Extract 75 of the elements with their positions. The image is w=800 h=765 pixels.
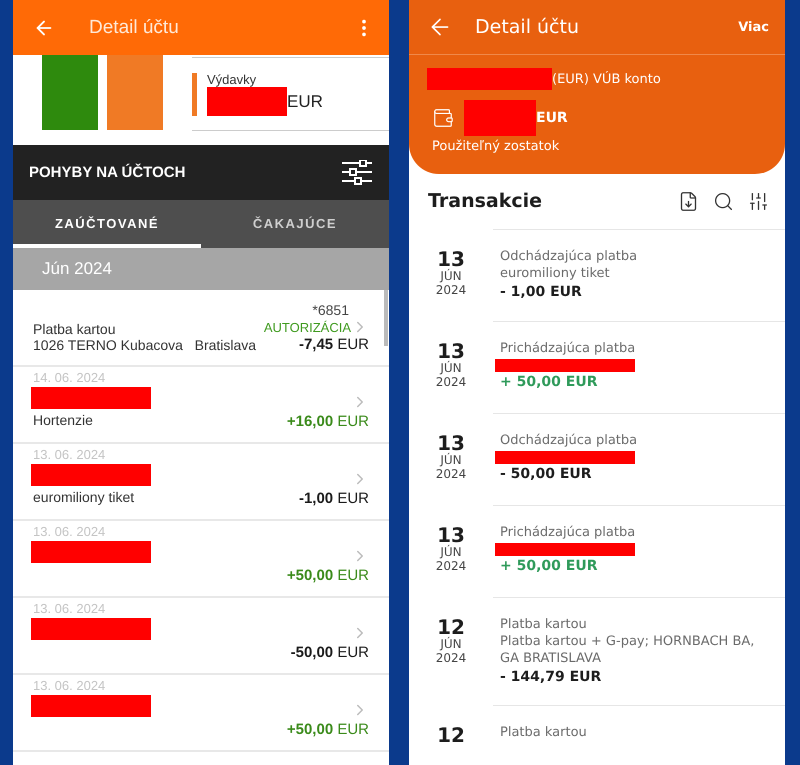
- transaction-type: Prichádzajúca platba: [500, 524, 636, 541]
- month-label: JÚN: [440, 361, 462, 375]
- transaction-row[interactable]: 13. 06. 2024 +50,00 EUR: [13, 675, 389, 752]
- day-number: 12: [437, 617, 465, 637]
- transaction-row[interactable]: 13. 06. 2024 euromiliony tiket -1,00 EUR: [13, 444, 389, 521]
- amount: -7,45 EUR: [298, 336, 369, 353]
- transaction-row[interactable]: 13 JÚN 2024 Odchádzajúca platba euromiliony tiket - 1,00 EUR: [409, 229, 785, 321]
- transaction-description: Hortenzie: [33, 412, 94, 428]
- transaction-type: Platba kartou: [500, 616, 588, 633]
- sliders-icon[interactable]: [341, 160, 373, 186]
- amount: -50,00 EUR: [290, 644, 369, 661]
- merchant: 1026 TERNO Kubacova Bratislava: [33, 337, 256, 353]
- amount: - 1,00 EUR: [500, 284, 583, 300]
- wallet-icon: [432, 107, 454, 129]
- transaction-row[interactable]: 13. 06. 2024 -50,00 EUR: [13, 598, 389, 675]
- transaction-row[interactable]: 12 Platba kartou: [409, 705, 785, 765]
- scrollbar: [384, 290, 388, 346]
- amount: - 144,79 EUR: [500, 669, 602, 685]
- amount: +50,00 EUR: [286, 721, 369, 738]
- screen-title: Detail účtu: [89, 16, 180, 38]
- transaction-type: Platba kartou: [33, 321, 116, 337]
- transaction-row[interactable]: 12 JÚN 2024 Platba kartou Platba kartou + G-pay; HORNBACH BA, GA BRATISLAVA - 144,79 EUR: [409, 597, 785, 705]
- tab[interactable]: ČAKAJÚCE: [201, 200, 389, 248]
- day-number: 13: [437, 433, 465, 453]
- transaction-row[interactable]: 13 JÚN 2024 Odchádzajúca platba - 50,00 EUR: [409, 413, 785, 505]
- year-label: 2024: [436, 467, 466, 481]
- screen-title: Detail účtu: [475, 16, 580, 38]
- amount: + 50,00 EUR: [500, 374, 598, 390]
- transaction-date: 13. 06. 2024: [33, 524, 106, 539]
- amount: -1,00 EUR: [298, 490, 369, 507]
- currency-label: EUR: [536, 110, 568, 126]
- transaction-description: euromiliony tiket: [33, 489, 136, 505]
- transaction-date: 14. 06. 2024: [33, 370, 106, 385]
- month-label: JÚN: [440, 545, 462, 559]
- transaction-date: 13. 06. 2024: [33, 447, 106, 462]
- year-label: 2024: [436, 559, 466, 573]
- transaction-type: Odchádzajúca platba: [500, 248, 638, 265]
- currency-label: EUR: [287, 92, 323, 112]
- transaction-row[interactable]: 13 JÚN 2024 Prichádzajúca platba + 50,00 EUR: [409, 505, 785, 597]
- amount: +16,00 EUR: [286, 413, 369, 430]
- section-title: POHYBY NA ÚČTOCH: [29, 164, 186, 181]
- amount: + 50,00 EUR: [500, 558, 598, 574]
- transaction-row[interactable]: Platba kartou 1026 TERNO Kubacova Bratislava *6851 AUTORIZÁCIA -7,45 EUR: [13, 290, 389, 367]
- year-label: 2024: [436, 283, 466, 297]
- card-number: *6851: [312, 302, 349, 318]
- year-label: 2024: [436, 375, 466, 389]
- transaction-date: 13. 06. 2024: [33, 601, 106, 616]
- amount: +50,00 EUR: [286, 567, 369, 584]
- transaction-row[interactable]: 13. 06. 2024 +50,00 EUR: [13, 521, 389, 598]
- transaction-row[interactable]: 13 JÚN 2024 Prichádzajúca platba + 50,00 EUR: [409, 321, 785, 413]
- year-label: 2024: [436, 651, 466, 665]
- transaction-row[interactable]: 14. 06. 2024 Hortenzie +16,00 EUR: [13, 367, 389, 444]
- month-title: Jún 2024: [42, 259, 112, 279]
- day-number: 13: [437, 341, 465, 361]
- balance-label: Použiteľný zostatok: [432, 139, 560, 154]
- expenses-label: Výdavky: [207, 72, 258, 87]
- transaction-type: Prichádzajúca platba: [500, 340, 636, 357]
- month-label: JÚN: [440, 637, 462, 651]
- transaction-description: Platba kartou + G-pay; HORNBACH BA, GA BRATISLAVA: [500, 633, 756, 667]
- status-label: AUTORIZÁCIA: [264, 320, 351, 334]
- transaction-description: euromiliony tiket: [500, 265, 611, 282]
- day-number: 12: [437, 725, 465, 745]
- sliders-icon[interactable]: [748, 190, 769, 212]
- search-icon[interactable]: [713, 190, 734, 212]
- month-label: JÚN: [440, 453, 462, 467]
- document-download-icon[interactable]: [678, 190, 699, 212]
- transaction-date: 13. 06. 2024: [33, 678, 106, 693]
- section-title: Transakcie: [428, 190, 544, 212]
- month-label: JÚN: [440, 269, 462, 283]
- amount: - 50,00 EUR: [500, 466, 593, 482]
- transaction-type: Platba kartou: [500, 724, 588, 741]
- account-name: (EUR) VÚB konto: [552, 72, 661, 86]
- transaction-type: Odchádzajúca platba: [500, 432, 638, 449]
- day-number: 13: [437, 249, 465, 269]
- day-number: 13: [437, 525, 465, 545]
